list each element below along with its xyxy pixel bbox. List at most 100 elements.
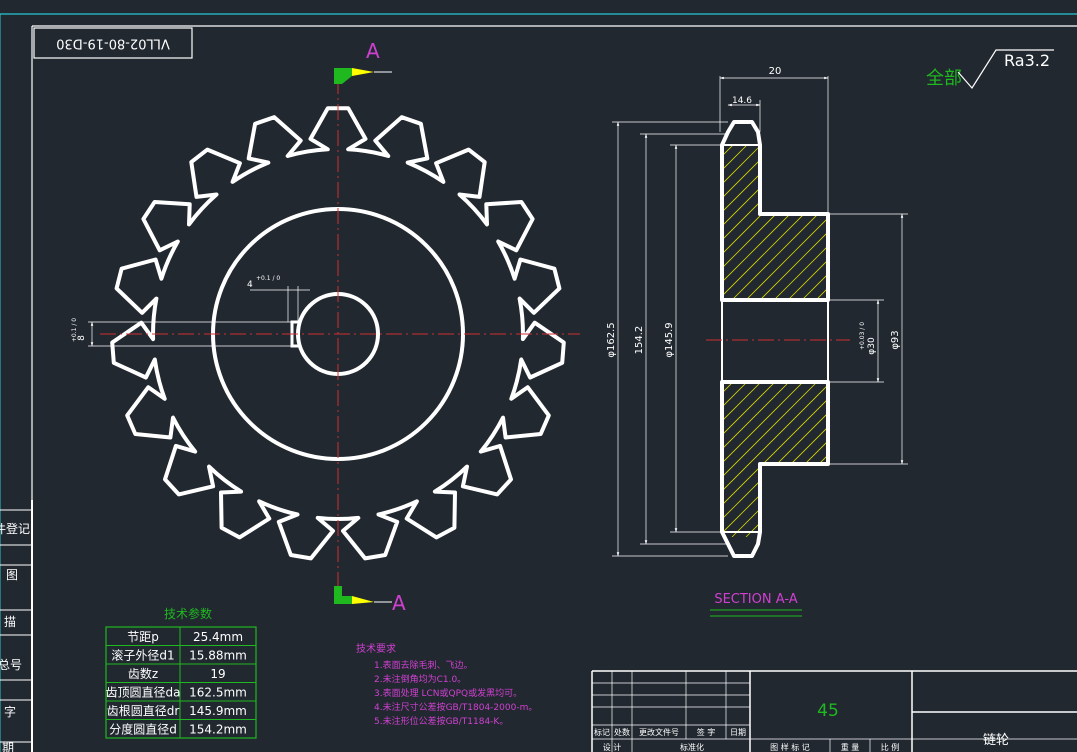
dim-bore-diameter: φ30 xyxy=(867,337,877,355)
hatch-line xyxy=(844,382,999,537)
hatch-mask xyxy=(760,464,828,537)
hatch-line xyxy=(844,145,999,300)
hatch-line xyxy=(942,382,1077,537)
drawing-number-box: VLL02-80-19-D30 xyxy=(33,27,193,59)
roughness-symbol: 全部 Ra3.2 xyxy=(926,49,1054,90)
tech-params-table: 节距p 25.4mm 滚子外径d1 15.88mm 齿数z 19 齿顶圆直径da 162.5m… xyxy=(105,626,257,739)
hatch-line xyxy=(722,145,734,157)
left-strip: 件登记 图 描 底图总号 签 字 期 xyxy=(0,500,33,752)
hatch-line xyxy=(815,287,828,300)
keyway-depth-dim: 8 xyxy=(77,335,87,341)
dim-pitch-diameter: 154.2 xyxy=(634,326,645,355)
tb-label-scale: 比 例 xyxy=(881,742,900,752)
tb-label-date: 日期 xyxy=(730,728,746,737)
strip-label-5: 签 字 xyxy=(0,704,16,719)
hatch-line xyxy=(564,145,719,300)
hatch-line xyxy=(872,145,1027,300)
hatch-line xyxy=(858,382,1013,537)
hatch-line xyxy=(872,382,1027,537)
param-label: 齿顶圆直径da xyxy=(106,686,181,700)
hatch-line xyxy=(998,382,1077,537)
dim-tooth-width: 14.6 xyxy=(732,96,752,106)
keyway-width-dim: 4 xyxy=(247,280,253,290)
section-title: SECTION A-A xyxy=(714,592,797,607)
hatch-line xyxy=(970,145,1077,300)
title-block: 标记 处数 更改文件号 签 字 日期 设 计 标准化 图 样 标 记 重 量 比… xyxy=(591,670,1077,752)
section-view: 20 14.6 φ162.5 154.2 φ145.9 φ30 +0.03 / … xyxy=(522,66,1077,558)
hatch-line xyxy=(815,524,828,537)
tech-params: 技术参数 节距p 25.4mm 滚子外径d1 15.88mm 齿数z 19 齿顶圆直径da 1… xyxy=(105,606,257,739)
tech-req-title: 技术要求 xyxy=(356,642,396,655)
hatch-line xyxy=(722,382,776,436)
drawing-number: VLL02-80-19-D30 xyxy=(56,36,170,51)
keyway-depth-tol: +0.1 / 0 xyxy=(71,318,78,342)
cad-drawing: VLL02-80-19-D30 件登记 图 描 底图总号 签 字 期 8 +0.… xyxy=(0,13,1077,752)
hatch-line xyxy=(984,382,1077,537)
hatch-line xyxy=(886,145,1041,300)
param-value: 19 xyxy=(210,667,225,681)
hatch-line xyxy=(536,145,691,300)
param-label: 齿根圆直径dr xyxy=(107,704,180,718)
hatch-line xyxy=(970,382,1077,537)
section-marker-top: A xyxy=(334,39,392,84)
hatch-line xyxy=(722,382,734,394)
roughness-value: Ra3.2 xyxy=(1004,51,1050,70)
param-value: 154.2mm xyxy=(189,723,247,737)
tb-label-change-doc: 更改文件号 xyxy=(639,727,679,737)
tb-label-design: 设 计 xyxy=(603,742,622,752)
dim-root-diameter: φ145.9 xyxy=(664,322,675,357)
hatch-line xyxy=(984,145,1077,300)
tb-label-drawing-mark: 图 样 标 记 xyxy=(770,742,810,752)
strip-label-4: 底图总号 xyxy=(0,657,22,672)
hatch-line xyxy=(522,145,677,300)
sprocket-front-view: 8 +0.1 / 0 4 +0.1 / 0 xyxy=(71,78,580,592)
material: 45 xyxy=(817,701,839,721)
tech-req-item-1: 1.表面去除毛刺、飞边。 xyxy=(374,659,473,671)
hatch-line xyxy=(830,382,985,537)
hatch-line xyxy=(886,382,1041,537)
hatch-line xyxy=(1012,145,1077,300)
param-value: 145.9mm xyxy=(189,704,247,718)
tech-params-title: 技术参数 xyxy=(164,606,212,621)
hatch-line xyxy=(722,145,776,199)
tech-req-item-4: 4.未注尺寸公差按GB/T1804-2000-m。 xyxy=(374,701,537,713)
part-name: 链轮 xyxy=(983,733,1009,748)
tb-label-count: 处数 xyxy=(614,727,630,737)
dim-width-total: 20 xyxy=(769,66,782,77)
section-letter-top: A xyxy=(366,39,380,63)
section-letter-bottom: A xyxy=(392,591,406,615)
dim-outer-diameter: φ162.5 xyxy=(606,322,617,357)
param-label: 节距p xyxy=(127,630,159,644)
section-marker-bottom: A xyxy=(334,586,406,615)
hatch-line xyxy=(956,145,1077,300)
tb-label-mark: 标记 xyxy=(594,727,610,737)
hatch-line xyxy=(830,145,985,300)
dim-hub-diameter: φ93 xyxy=(890,330,901,349)
hatch-line xyxy=(900,382,1055,537)
hatch-line xyxy=(536,382,691,537)
hatch-bottom xyxy=(522,382,1077,537)
param-value: 15.88mm xyxy=(189,649,247,663)
param-label: 齿数z xyxy=(128,666,158,681)
strip-label-2: 图 xyxy=(6,568,18,582)
hatch-line xyxy=(722,382,762,422)
param-value: 25.4mm xyxy=(193,630,243,644)
tech-req-item-2: 2.未注倒角均为C1.0。 xyxy=(374,673,466,685)
hatch-mask xyxy=(760,145,828,214)
tb-label-standard: 标准化 xyxy=(680,742,704,752)
hatch-line xyxy=(722,145,762,185)
hatch-line xyxy=(942,145,1077,300)
hatch-line xyxy=(522,382,677,537)
param-value: 162.5mm xyxy=(189,686,247,700)
hatch-top xyxy=(522,145,1077,300)
hatch-line xyxy=(900,145,1055,300)
roughness-prefix: 全部 xyxy=(926,68,962,89)
param-label: 滚子外径d1 xyxy=(111,648,174,663)
hatch-line xyxy=(1012,382,1077,537)
hatch-line xyxy=(998,145,1077,300)
hatch-line xyxy=(550,382,705,537)
tech-requirements: 技术要求 1.表面去除毛刺、飞边。 2.未注倒角均为C1.0。 3.表面处理 L… xyxy=(356,642,537,727)
keyway-width-tol: +0.1 / 0 xyxy=(256,275,280,282)
param-label: 分度圆直径d xyxy=(109,722,177,737)
hatch-line xyxy=(914,145,1069,300)
